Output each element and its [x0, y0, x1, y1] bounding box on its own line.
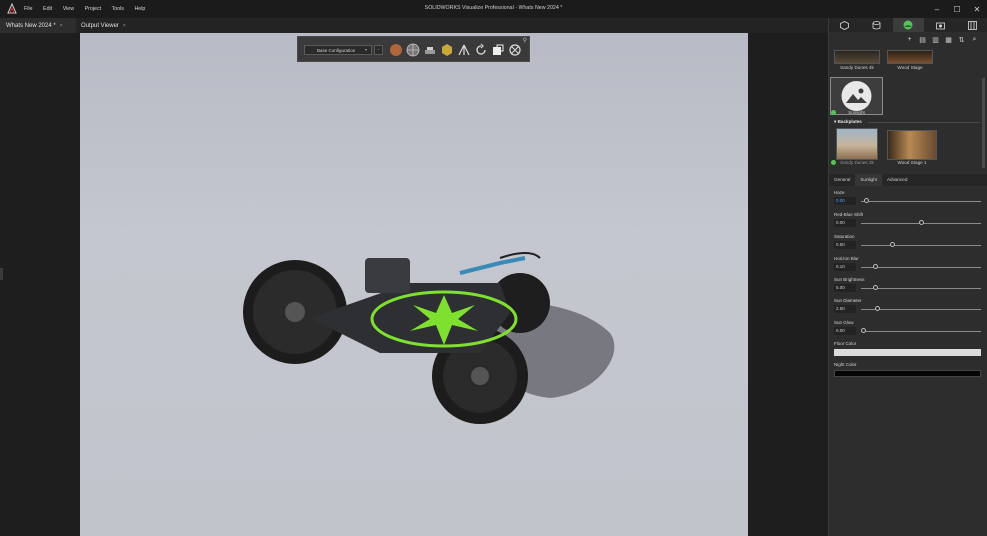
slider-track[interactable] — [861, 200, 981, 202]
environment-label: Wood Stage — [897, 65, 923, 70]
environment-label: Sunlight — [848, 110, 865, 115]
cameras-icon — [935, 22, 945, 29]
add-icon[interactable]: + — [903, 36, 916, 46]
environment-thumb-wood-stage[interactable] — [887, 50, 933, 64]
panel-view-icon[interactable]: ▥ — [929, 36, 942, 46]
close-button[interactable]: ✕ — [967, 0, 987, 18]
subtab-advanced[interactable]: Advanced — [882, 174, 912, 186]
tab-output-viewer[interactable]: Output Viewer × — [81, 18, 141, 33]
backplates-header[interactable]: ▾ Backplates — [834, 119, 980, 125]
environment-subtabs: General Sunlight Advanced — [829, 174, 987, 186]
libraries-icon — [967, 20, 977, 30]
property-label: Sun Brightness — [834, 277, 865, 282]
sort-icon[interactable]: ⇅ — [955, 36, 968, 46]
configuration-select[interactable]: Base Configuration ▾ — [304, 45, 372, 55]
floor-icon[interactable] — [423, 43, 437, 57]
slider-track[interactable] — [861, 266, 981, 268]
tab-models[interactable] — [829, 18, 861, 32]
subtab-general[interactable]: General — [829, 174, 855, 186]
configuration-label: Base Configuration — [317, 47, 356, 53]
window-controls: – ☐ ✕ — [927, 0, 987, 18]
property-label: Floor Color — [834, 341, 857, 346]
search-icon[interactable]: ⌕ — [968, 36, 981, 46]
slider-track[interactable] — [861, 287, 981, 289]
scenes-icon — [903, 20, 913, 30]
property-label: Saturation — [834, 234, 855, 239]
image-placeholder-icon — [841, 81, 872, 111]
tripod-icon[interactable] — [457, 43, 471, 57]
property-label: Sun Diameter — [834, 298, 862, 303]
backplates-header-label: Backplates — [837, 119, 862, 124]
subtab-sunlight[interactable]: Sunlight — [855, 174, 882, 186]
backplate-label: Sandy Dunes 2k — [840, 160, 874, 165]
right-canvas-margin — [748, 33, 828, 536]
property-value-field[interactable]: 2.50 — [834, 305, 856, 313]
property-value-field[interactable]: 0.00 — [834, 197, 856, 205]
bike-render — [243, 252, 615, 424]
configuration-menu-button[interactable]: ⋯ — [374, 45, 383, 55]
panel-scrollbar[interactable] — [982, 78, 985, 168]
property-value-field[interactable]: 0.00 — [834, 327, 856, 335]
pin-icon[interactable]: ⚲ — [523, 37, 527, 44]
tab-label: Whats New 2024 * — [6, 22, 56, 29]
appearance-sphere-icon[interactable] — [389, 43, 403, 57]
tab-whats-new[interactable]: Whats New 2024 * × — [0, 18, 76, 33]
tab-close-icon[interactable]: × — [60, 23, 63, 29]
grid-view-icon[interactable]: ▦ — [942, 36, 955, 46]
backplate-thumb-sandy-dunes[interactable] — [836, 128, 878, 160]
palette-tabs — [829, 18, 987, 32]
property-label: Night Color — [834, 362, 857, 367]
camera-settings-icon[interactable] — [508, 43, 522, 57]
slider-knob[interactable] — [872, 285, 878, 290]
document-tabs: Whats New 2024 * × Output Viewer × — [0, 18, 828, 33]
left-panel-handle[interactable] — [0, 268, 3, 280]
render-viewport[interactable] — [80, 33, 748, 536]
tab-cameras[interactable] — [924, 18, 956, 32]
appearances-icon — [872, 20, 881, 29]
property-value-field[interactable]: 0.50 — [834, 241, 856, 249]
slider-knob[interactable] — [874, 306, 880, 311]
display-icon[interactable] — [491, 43, 505, 57]
night-color-swatch[interactable] — [834, 370, 981, 377]
left-canvas-margin — [0, 33, 80, 536]
property-label: Haze — [834, 190, 845, 195]
backplate-label: Wood Stage 1 — [897, 160, 927, 165]
floating-toolbar: Base Configuration ▾ ⋯ ⚲ — [297, 36, 530, 62]
property-label: Red-Blue Shift — [834, 212, 864, 217]
slider-track[interactable] — [861, 330, 981, 332]
tab-label: Output Viewer — [81, 22, 119, 29]
property-label: Sun Glow — [834, 320, 854, 325]
property-value-field[interactable]: 0.10 — [834, 263, 856, 271]
title-bar: File Edit View Project Tools Help SOLIDW… — [0, 0, 987, 18]
property-label: Horizon Blur — [834, 256, 859, 261]
tab-appearances[interactable] — [861, 18, 893, 32]
tab-libraries[interactable] — [956, 18, 987, 32]
environment-label: Sandy Dunes 4k — [840, 65, 874, 70]
slider-knob[interactable] — [889, 242, 895, 247]
environment-thumb-sandy-dunes[interactable] — [834, 50, 880, 64]
cube-icon[interactable] — [440, 43, 454, 57]
new-file-icon[interactable]: ▤ — [916, 36, 929, 46]
property-value-field[interactable]: 0.00 — [834, 219, 856, 227]
tab-scenes[interactable] — [892, 18, 925, 32]
slider-knob[interactable] — [861, 328, 866, 333]
models-icon — [840, 20, 850, 30]
palette-toolbar: + ▤ ▥ ▦ ⇅ ⌕ — [903, 36, 981, 46]
floor-color-swatch[interactable] — [834, 349, 981, 356]
rotate-icon[interactable] — [474, 43, 488, 57]
slider-knob[interactable] — [918, 220, 924, 225]
property-value-field[interactable]: 5.00 — [834, 284, 856, 292]
tab-close-icon[interactable]: × — [123, 23, 126, 29]
maximize-button[interactable]: ☐ — [947, 0, 967, 18]
slider-knob[interactable] — [872, 264, 878, 269]
chevron-down-icon: ▾ — [364, 47, 367, 52]
backplate-thumb-wood-stage[interactable] — [887, 130, 937, 160]
slider-track[interactable] — [861, 244, 981, 246]
window-title: SOLIDWORKS Visualize Professional - What… — [424, 5, 563, 11]
minimize-button[interactable]: – — [927, 0, 947, 18]
environment-globe-icon[interactable] — [406, 43, 420, 57]
